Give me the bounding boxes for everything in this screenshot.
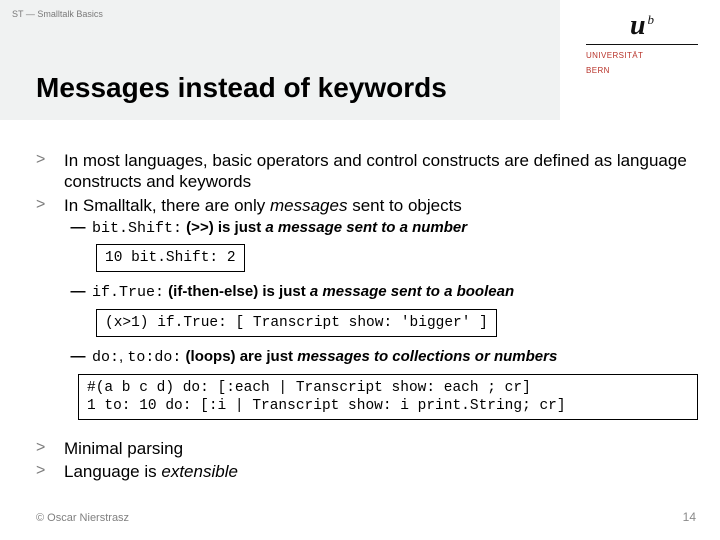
codebox-2-wrap: (x>1) if.True: [ Transcript show: 'bigge… bbox=[96, 309, 696, 337]
text-fragment: In Smalltalk, there are only bbox=[64, 196, 270, 215]
logo-u-glyph: u bbox=[630, 12, 646, 40]
bullet-4: > Language is extensible bbox=[36, 461, 696, 482]
footer-page-number: 14 bbox=[683, 510, 696, 524]
text-fragment: (>>) is just bbox=[182, 219, 265, 236]
dash-icon: — bbox=[64, 347, 92, 367]
logo-line1: UNIVERSITÄT bbox=[586, 51, 698, 60]
code-inline: to:do: bbox=[127, 349, 181, 366]
code-line: #(a b c d) do: [:each | Transcript show:… bbox=[87, 379, 689, 397]
codebox-3-wrap: #(a b c d) do: [:each | Transcript show:… bbox=[78, 374, 696, 420]
banner-text: ST — Smalltalk Basics bbox=[12, 9, 103, 19]
bullet-1: > In most languages, basic operators and… bbox=[36, 150, 696, 193]
code-inline: do: bbox=[92, 349, 119, 366]
code-line: 1 to: 10 do: [:i | Transcript show: i pr… bbox=[87, 397, 689, 415]
bullet-1-text: In most languages, basic operators and c… bbox=[64, 150, 696, 193]
dash-icon: — bbox=[64, 282, 92, 302]
slide: ST — Smalltalk Basics Messages instead o… bbox=[0, 0, 720, 540]
chevron-icon: > bbox=[36, 150, 64, 170]
subbullet-2: — if.True: (if-then-else) is just a mess… bbox=[64, 282, 696, 303]
bullet-3-text: Minimal parsing bbox=[64, 438, 183, 459]
bullet-3: > Minimal parsing bbox=[36, 438, 696, 459]
subbullet-1: — bit.Shift: (>>) is just a message sent… bbox=[64, 218, 696, 239]
logo-b-glyph: b bbox=[648, 12, 655, 28]
emphasis: a message sent to a number bbox=[265, 219, 467, 236]
logo-mark: u b bbox=[586, 12, 698, 40]
content-area: > In most languages, basic operators and… bbox=[36, 150, 696, 484]
text-fragment: (if-then-else) is just bbox=[164, 283, 310, 300]
code-inline: if.True: bbox=[92, 284, 164, 301]
subbullet-1-text: bit.Shift: (>>) is just a message sent t… bbox=[92, 218, 467, 239]
text-fragment: sent to objects bbox=[347, 196, 461, 215]
chevron-icon: > bbox=[36, 195, 64, 215]
codebox-3: #(a b c d) do: [:each | Transcript show:… bbox=[78, 374, 698, 420]
emphasis: messages to collections or numbers bbox=[297, 348, 557, 365]
university-logo: u b UNIVERSITÄT BERN bbox=[586, 12, 698, 75]
code-inline: bit.Shift: bbox=[92, 220, 182, 237]
subbullet-3-text: do:, to:do: (loops) are just messages to… bbox=[92, 347, 557, 368]
emphasis: messages bbox=[270, 196, 347, 215]
codebox-1-wrap: 10 bit.Shift: 2 bbox=[96, 244, 696, 272]
emphasis: a message sent to a boolean bbox=[310, 283, 514, 300]
logo-divider bbox=[586, 44, 698, 45]
subbullet-2-text: if.True: (if-then-else) is just a messag… bbox=[92, 282, 514, 303]
logo-line2: BERN bbox=[586, 66, 698, 75]
chevron-icon: > bbox=[36, 438, 64, 458]
subbullet-3: — do:, to:do: (loops) are just messages … bbox=[64, 347, 696, 368]
dash-icon: — bbox=[64, 218, 92, 238]
text-fragment: (loops) are just bbox=[181, 348, 297, 365]
emphasis: extensible bbox=[161, 462, 238, 481]
slide-title: Messages instead of keywords bbox=[36, 72, 447, 104]
bullet-4-text: Language is extensible bbox=[64, 461, 238, 482]
footer-copyright: © Oscar Nierstrasz bbox=[36, 512, 129, 524]
chevron-icon: > bbox=[36, 461, 64, 481]
bullet-2-text: In Smalltalk, there are only messages se… bbox=[64, 195, 462, 216]
codebox-2: (x>1) if.True: [ Transcript show: 'bigge… bbox=[96, 309, 497, 337]
text-fragment: Language is bbox=[64, 462, 161, 481]
codebox-1: 10 bit.Shift: 2 bbox=[96, 244, 245, 272]
bullet-2: > In Smalltalk, there are only messages … bbox=[36, 195, 696, 216]
